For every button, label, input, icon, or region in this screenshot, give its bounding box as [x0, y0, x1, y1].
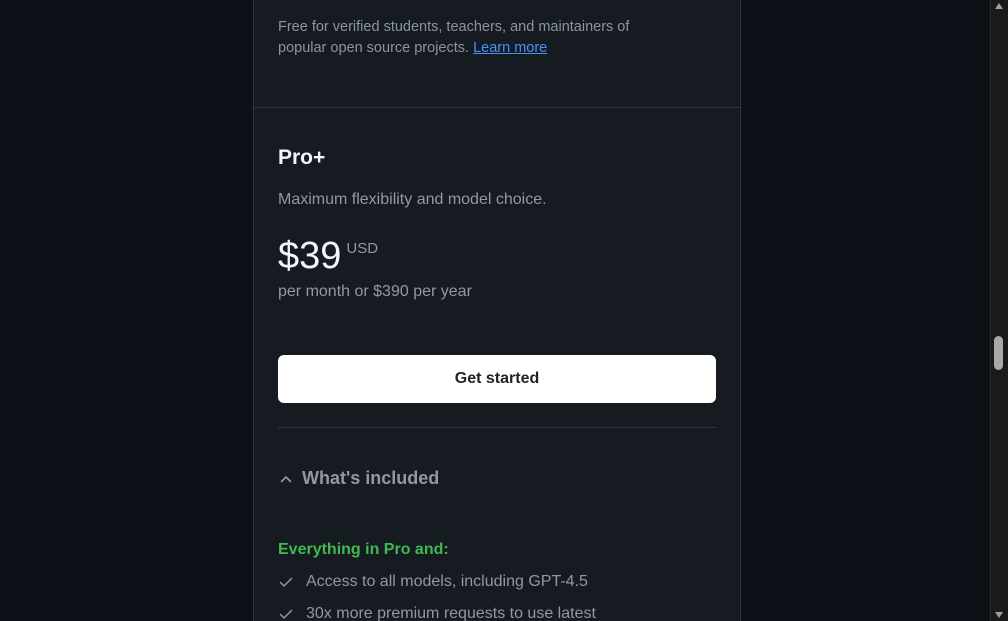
- page-viewport: Free for verified students, teachers, an…: [0, 0, 1008, 621]
- plan-description: Maximum flexibility and model choice.: [278, 191, 547, 208]
- feature-list: Access to all models, including GPT-4.5 …: [278, 570, 596, 621]
- free-eligibility-note: Free for verified students, teachers, an…: [278, 17, 658, 59]
- learn-more-link[interactable]: Learn more: [473, 40, 547, 56]
- check-icon: [279, 577, 293, 587]
- scroll-down-arrow-icon[interactable]: [995, 612, 1003, 618]
- included-heading: Everything in Pro and:: [278, 541, 449, 558]
- feature-text: 30x more premium requests to use latest: [306, 605, 596, 621]
- get-started-button[interactable]: Get started: [278, 355, 716, 403]
- whats-included-label: What's included: [302, 468, 440, 488]
- price-currency: USD: [346, 240, 379, 257]
- scroll-up-arrow-icon[interactable]: [995, 3, 1003, 9]
- plan-price: $39: [278, 235, 342, 277]
- plan-name: Pro+: [278, 146, 326, 169]
- feature-text: Access to all models, including GPT-4.5: [306, 573, 588, 590]
- list-item: 30x more premium requests to use latest: [278, 602, 596, 621]
- pricing-card: Free for verified students, teachers, an…: [253, 0, 741, 621]
- chevron-up-icon: [280, 475, 292, 482]
- check-icon: [279, 609, 293, 619]
- whats-included-toggle[interactable]: What's included: [278, 468, 439, 489]
- section-divider: [278, 427, 716, 428]
- free-plan-section: Free for verified students, teachers, an…: [254, 0, 740, 108]
- list-item: Access to all models, including GPT-4.5: [278, 570, 596, 602]
- vertical-scrollbar[interactable]: [990, 0, 1008, 621]
- price-row: $39 USD: [278, 233, 378, 279]
- billing-period: per month or $390 per year: [278, 283, 472, 300]
- free-note-text: Free for verified students, teachers, an…: [278, 19, 630, 56]
- scrollbar-thumb[interactable]: [994, 336, 1003, 370]
